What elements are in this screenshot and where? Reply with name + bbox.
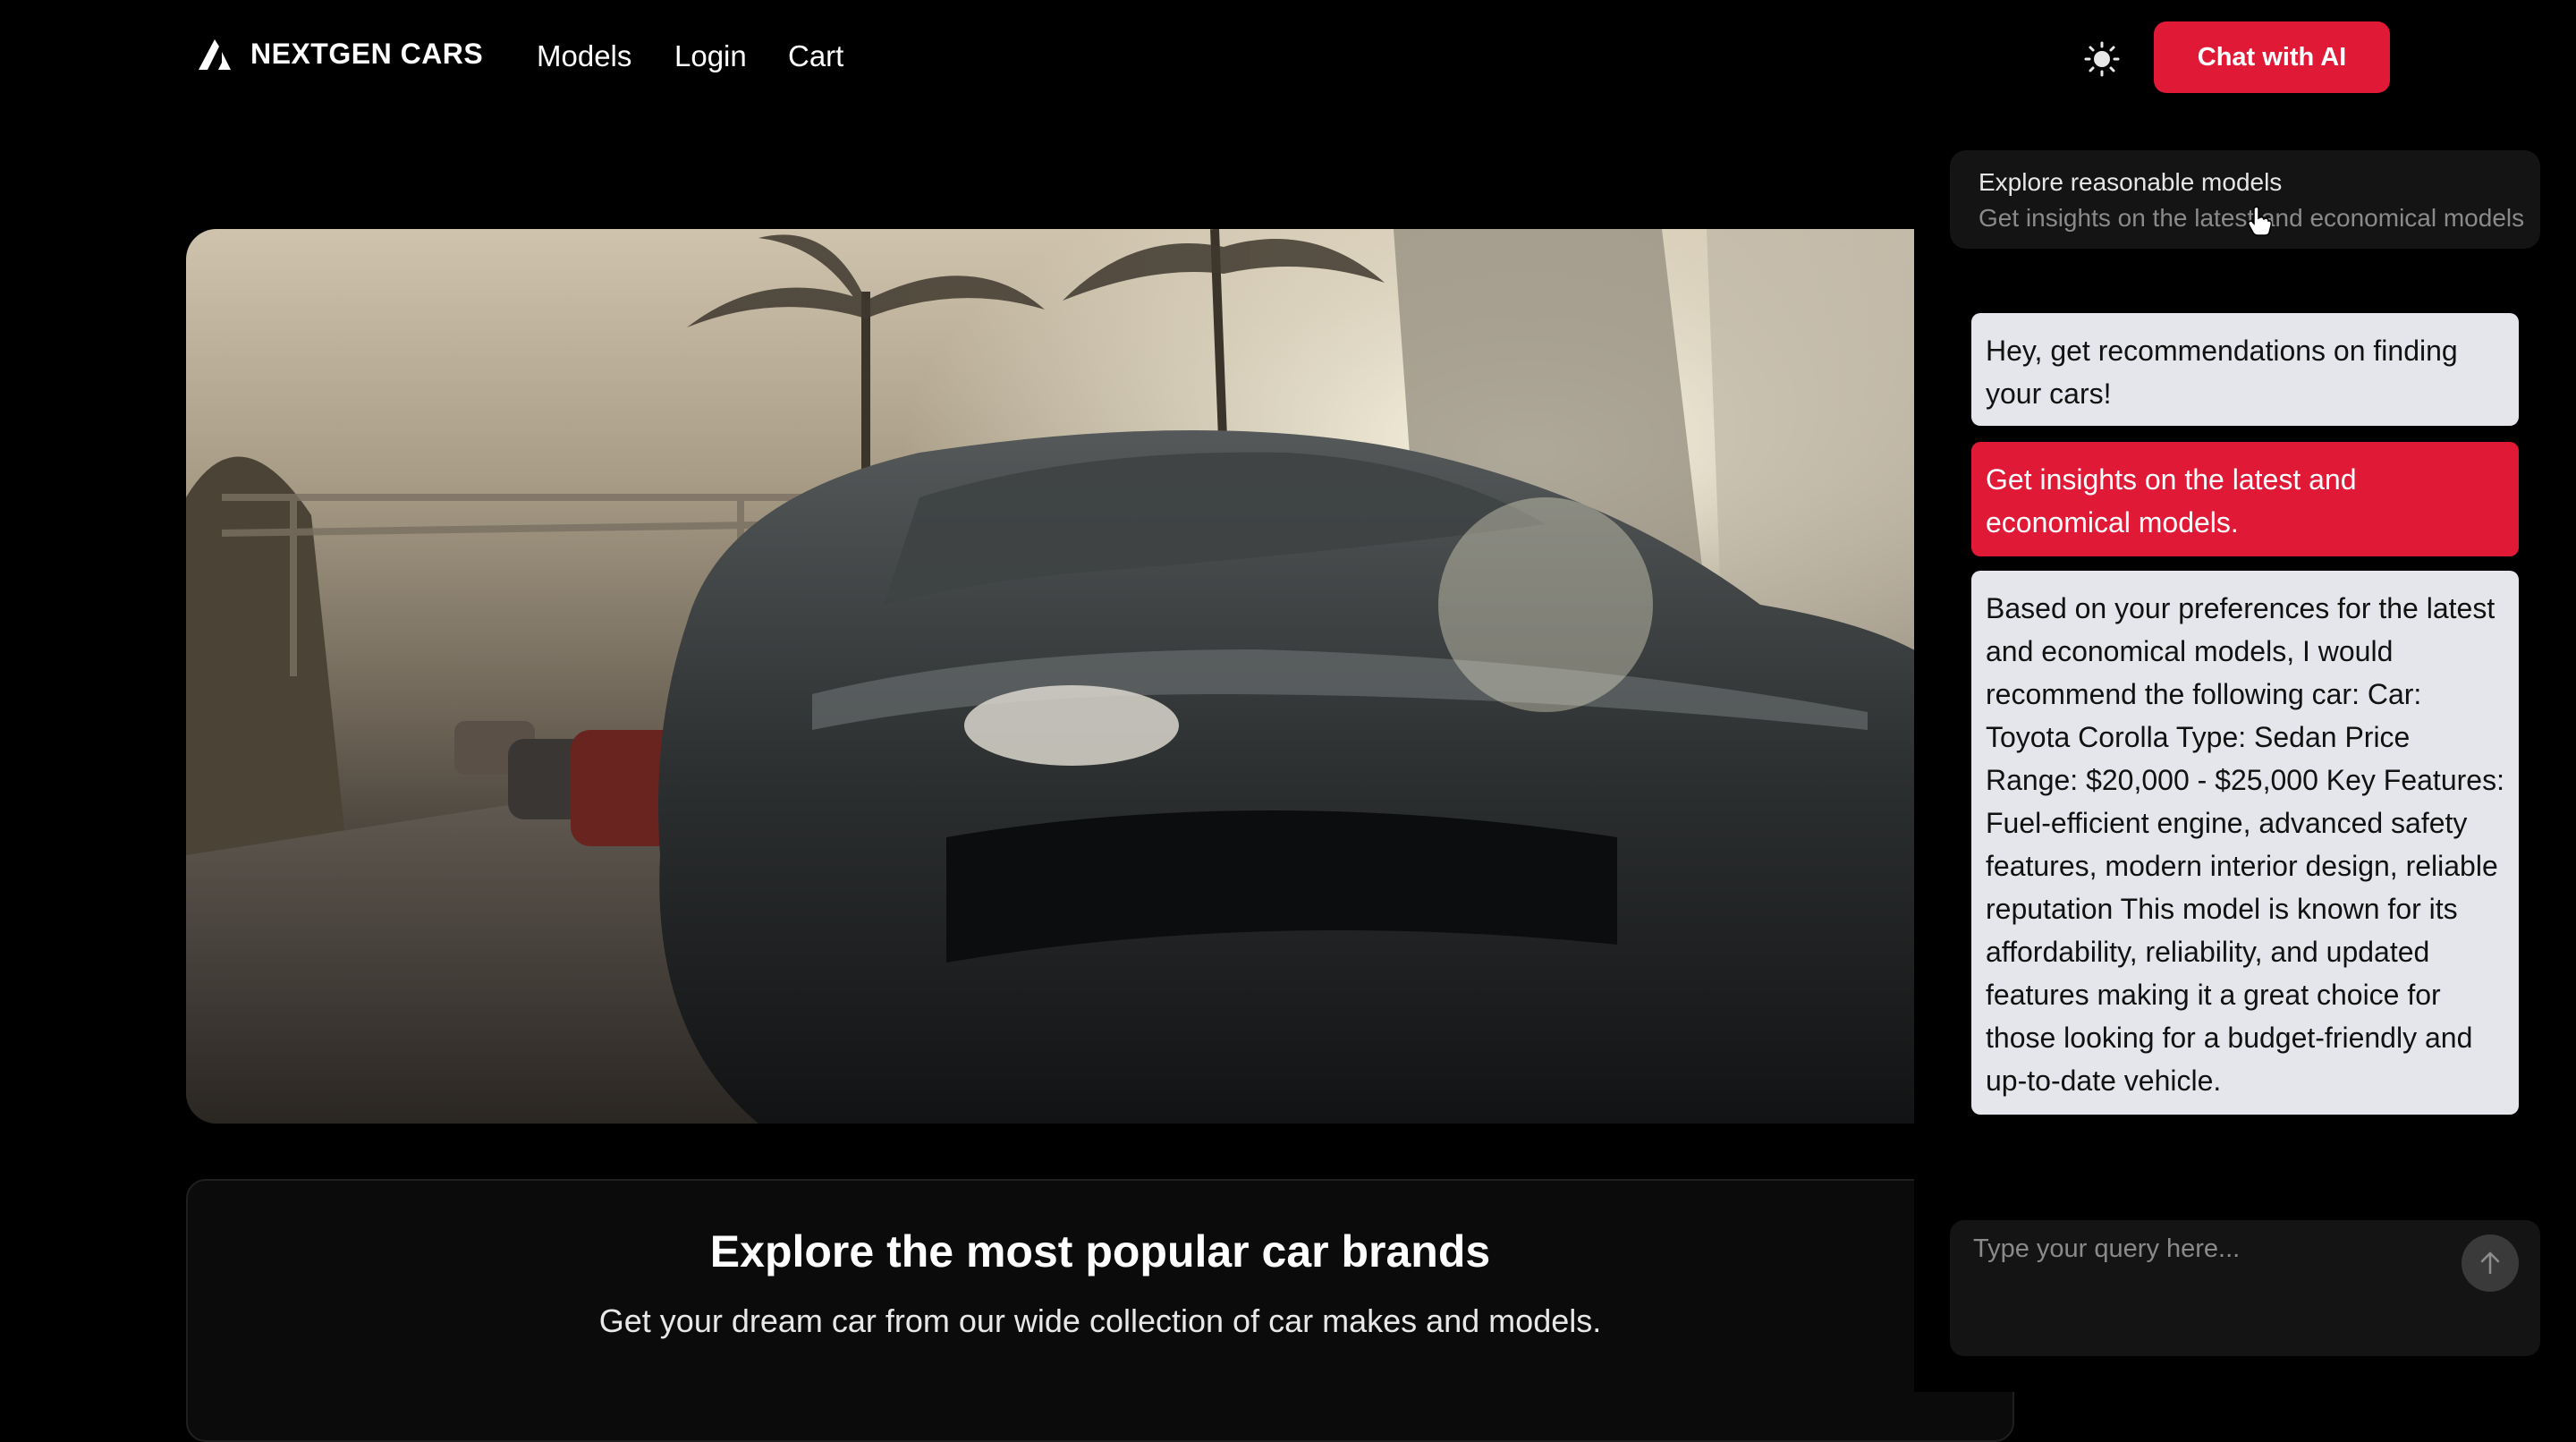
nav-link-login[interactable]: Login	[674, 39, 747, 73]
send-button[interactable]	[2462, 1234, 2519, 1292]
nav-link-cart[interactable]: Cart	[788, 39, 843, 73]
chat-input-container	[1950, 1220, 2540, 1356]
brand[interactable]: NEXTGEN CARS	[199, 38, 483, 71]
chat-with-ai-button[interactable]: Chat with AI	[2154, 21, 2390, 93]
brand-name: NEXTGEN CARS	[250, 38, 484, 70]
chat-query-input[interactable]	[1971, 1233, 2440, 1344]
suggestion-title: Explore reasonable models	[1979, 168, 2283, 196]
chat-message-ai: Hey, get recommendations on finding your…	[1971, 313, 2519, 426]
chat-message-ai: Based on your preferences for the latest…	[1971, 571, 2519, 1115]
top-nav: NEXTGEN CARS Models Login Cart Chat with…	[0, 0, 2576, 115]
hand-pointer-icon	[2247, 206, 2273, 241]
suggestion-card[interactable]: Explore reasonable models Get insights o…	[1950, 150, 2540, 249]
brands-title: Explore the most popular car brands	[709, 1226, 1491, 1277]
chat-message-user: Get insights on the latest and economica…	[1971, 442, 2519, 556]
logo-icon	[199, 38, 236, 70]
sun-icon[interactable]	[2084, 41, 2120, 77]
arrow-up-icon	[2480, 1251, 2500, 1275]
brands-subtitle: Get your dream car from our wide collect…	[598, 1302, 1602, 1339]
nav-link-models[interactable]: Models	[537, 39, 631, 73]
hero-image	[186, 229, 1975, 1124]
